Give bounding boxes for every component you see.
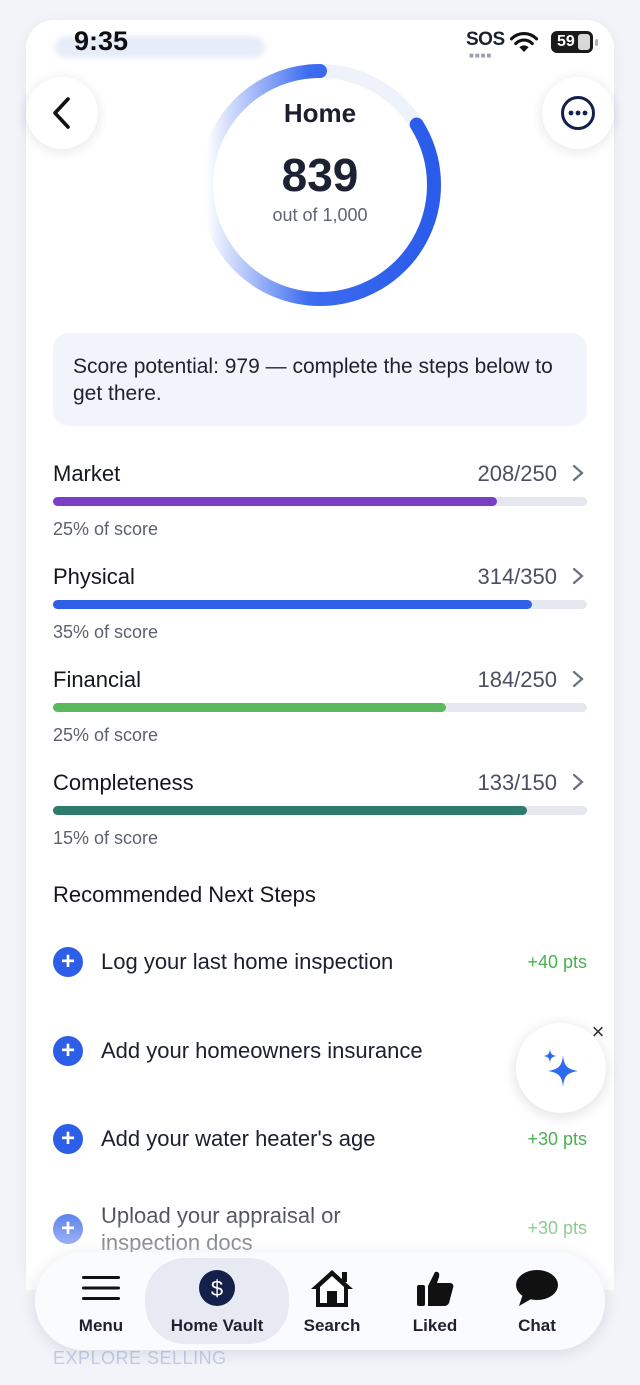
score-potential-banner: Score potential: 979 — complete the step… [53, 333, 587, 426]
signal-dots: ■■■■ [469, 51, 493, 60]
category-weight: 25% of score [53, 519, 159, 539]
category-value: 208/250 [477, 461, 557, 486]
explore-selling-link[interactable]: EXPLORE SELLING [53, 1348, 227, 1369]
category-value: 314/350 [477, 564, 557, 589]
score-out-of: out of 1,000 [272, 205, 368, 225]
plus-icon: + [53, 1214, 83, 1244]
svg-text:$: $ [211, 1276, 223, 1301]
thumbs-up-icon [417, 1271, 454, 1306]
progress-track [53, 497, 587, 506]
category-value: 184/250 [477, 667, 557, 692]
plus-icon: + [53, 947, 83, 977]
sos-indicator: SOS [466, 29, 505, 50]
tab-home-vault[interactable]: $ Home Vault [145, 1258, 289, 1344]
step-label: Log your last home inspection [101, 949, 394, 974]
back-button[interactable] [26, 77, 98, 149]
tab-chat[interactable]: Chat [487, 1252, 587, 1350]
progress-track [53, 806, 587, 815]
dollar-icon: $ [199, 1270, 235, 1306]
home-score: 839 [281, 149, 359, 201]
step-label: Add your water heater's age [101, 1126, 376, 1151]
category-name: Market [53, 461, 121, 486]
progress-fill [53, 703, 447, 712]
chevron-right-icon [572, 567, 584, 585]
category-weight: 25% of score [53, 725, 159, 745]
progress-fill [53, 497, 498, 506]
tab-label: Liked [412, 1316, 458, 1335]
house-icon [311, 1270, 353, 1307]
category-name: Physical [53, 564, 135, 589]
tab-label: Menu [78, 1316, 124, 1335]
progress-fill [53, 600, 532, 609]
wifi-icon [509, 31, 539, 52]
category-value: 133/150 [477, 770, 557, 795]
category-weight: 35% of score [53, 622, 159, 642]
plus-icon: + [53, 1124, 83, 1154]
sparkles-icon [543, 1049, 578, 1087]
progress-track [53, 600, 587, 609]
tab-liked[interactable]: Liked [385, 1252, 485, 1350]
battery-icon: 59 [551, 31, 598, 53]
next-steps-heading: Recommended Next Steps [53, 882, 316, 907]
step-label: Upload your appraisal or inspection docs [101, 1203, 341, 1255]
tab-label: Home Vault [170, 1316, 264, 1335]
progress-track [53, 703, 587, 712]
app-screen: 9:35 SOS ■■■■ 59 Home 839 out of 1,000 S… [0, 0, 640, 1385]
step-points: +30 pts [527, 1218, 587, 1238]
status-time: 9:35 [74, 26, 129, 56]
step-label: Add your homeowners insurance [101, 1038, 423, 1063]
chevron-right-icon [572, 464, 584, 482]
category-name: Financial [53, 667, 142, 692]
tab-label: Chat [518, 1316, 556, 1335]
ellipsis-circle-icon [561, 96, 595, 130]
chat-bubble-icon [516, 1270, 558, 1306]
bottom-tab-bar: Menu $ Home Vault Search Liked Chat [35, 1252, 605, 1350]
chevron-right-icon [572, 773, 584, 791]
more-options-button[interactable] [542, 77, 614, 149]
page-title: Home [283, 98, 357, 128]
menu-icon [82, 1276, 120, 1300]
progress-fill [53, 806, 527, 815]
chevron-right-icon [572, 670, 584, 688]
category-weight: 15% of score [53, 828, 159, 848]
chevron-left-icon [53, 97, 70, 129]
battery-level: 59 [557, 33, 575, 50]
tab-label: Search [303, 1316, 361, 1335]
plus-icon: + [53, 1036, 83, 1066]
step-points: +30 pts [527, 1129, 587, 1149]
tab-search[interactable]: Search [275, 1252, 389, 1350]
step-points: +40 pts [527, 952, 587, 972]
close-icon[interactable]: × [586, 1020, 610, 1044]
category-name: Completeness [53, 770, 194, 795]
